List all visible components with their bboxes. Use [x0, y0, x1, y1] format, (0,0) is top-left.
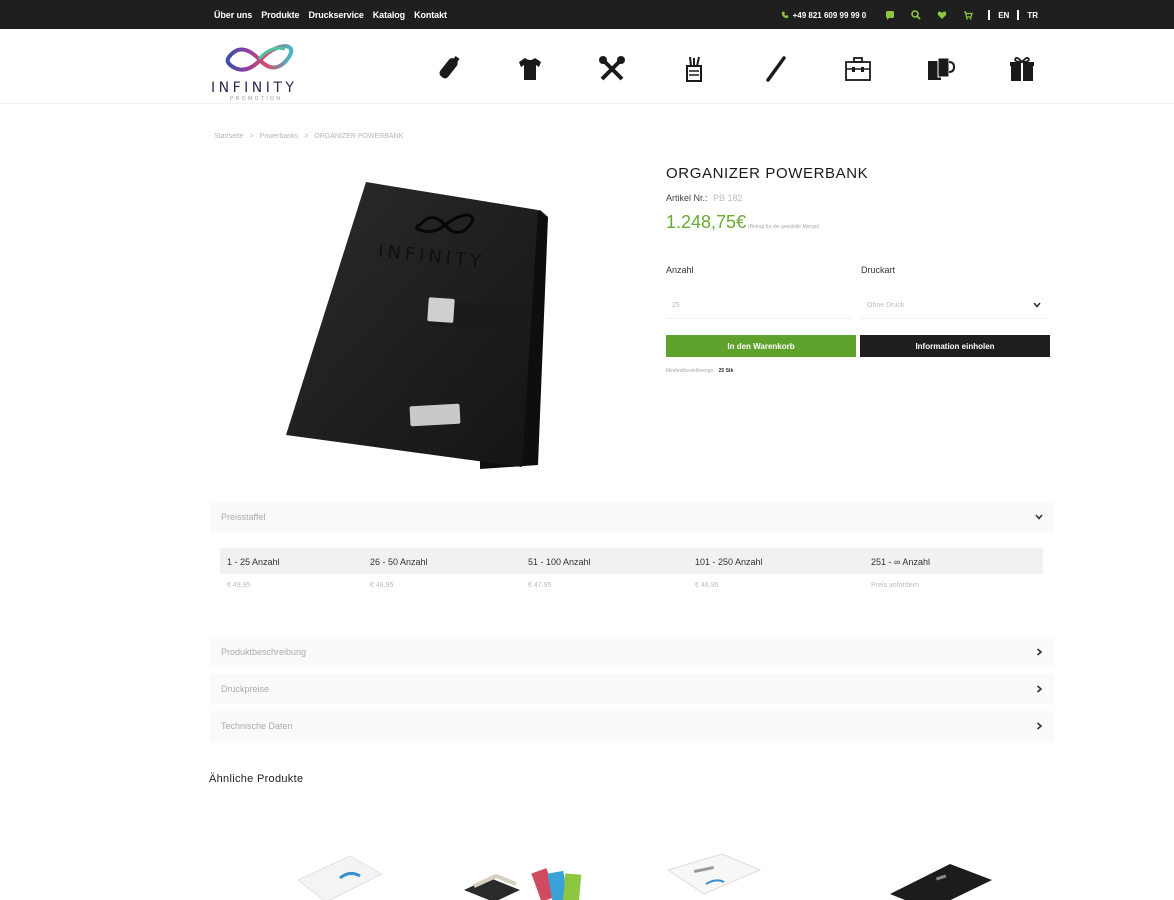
phone-icon — [781, 11, 788, 19]
breadcrumb-separator: > — [304, 133, 309, 140]
price-note: (Betrag für die gewählte Menge) — [748, 224, 820, 230]
tier-price: Preis anfordern — [871, 582, 919, 589]
pen-holder-icon[interactable] — [676, 51, 712, 87]
chevron-right-icon — [1036, 648, 1043, 656]
phone-number: +49 821 609 99 99 0 — [792, 10, 867, 20]
tier-header: 26 - 50 Anzahl — [370, 557, 428, 567]
price-tiers-accordion[interactable]: Preisstaffel — [210, 502, 1054, 532]
cart-icon[interactable] — [962, 9, 974, 21]
chevron-down-icon — [1035, 514, 1043, 520]
breadcrumb-separator: > — [249, 133, 254, 140]
gift-icon[interactable] — [1004, 51, 1040, 87]
tools-icon[interactable] — [594, 51, 630, 87]
add-to-cart-button[interactable]: In den Warenkorb — [666, 335, 856, 357]
pen-icon[interactable] — [758, 51, 794, 87]
briefcase-icon[interactable] — [840, 51, 876, 87]
nav-contact[interactable]: Kontakt — [414, 10, 447, 20]
top-nav: Über uns Produkte Druckservice Katalog K… — [214, 10, 447, 20]
related-product-image[interactable] — [460, 850, 600, 900]
breadcrumb-category[interactable]: Powerbanks — [260, 133, 299, 140]
accordion-title: Preisstaffel — [221, 512, 266, 522]
related-product-image[interactable] — [280, 850, 390, 900]
minimum-order-value: 25 Stk — [718, 368, 734, 374]
print-prices-accordion[interactable]: Druckpreise — [210, 674, 1054, 704]
tier-header: 251 - ∞ Anzahl — [871, 557, 930, 567]
minimum-order-label: Mindestbestellmenge: — [666, 368, 715, 374]
site-header: INFINITY PROMOTION — [0, 29, 1174, 104]
product-image[interactable]: INFINITY — [270, 165, 570, 485]
product-description-accordion[interactable]: Produktbeschreibung — [210, 637, 1054, 667]
tier-header: 101 - 250 Anzahl — [695, 557, 763, 567]
print-type-label: Druckart — [861, 265, 896, 275]
product-price: 1.248,75€ — [666, 212, 747, 232]
chevron-down-icon — [1033, 302, 1041, 308]
nav-print-service[interactable]: Druckservice — [308, 10, 363, 20]
language-switcher: EN TR — [988, 10, 1038, 20]
whatsapp-icon[interactable] — [884, 9, 896, 21]
related-product-image[interactable] — [880, 850, 1000, 900]
search-icon[interactable] — [910, 9, 922, 21]
related-product-image[interactable] — [660, 850, 770, 900]
article-number: Artikel Nr.: PB 182 — [666, 193, 743, 203]
chevron-right-icon — [1036, 722, 1043, 730]
logo-subtext: PROMOTION — [230, 96, 283, 102]
accordion-title: Produktbeschreibung — [221, 647, 307, 657]
tier-price: € 47,95 — [528, 582, 552, 589]
product-title: ORGANIZER POWERBANK — [666, 165, 869, 182]
mugs-icon[interactable] — [922, 51, 958, 87]
request-info-button[interactable]: Information einholen — [860, 335, 1050, 357]
tier-price: € 48,95 — [370, 582, 394, 589]
related-products-title: Ähnliche Produkte — [209, 773, 304, 785]
article-label: Artikel Nr.: — [666, 193, 708, 203]
tier-header: 51 - 100 Anzahl — [528, 557, 591, 567]
phone-link[interactable]: +49 821 609 99 99 0 — [781, 10, 867, 20]
logo-text: INFINITY — [211, 80, 298, 96]
quantity-label: Anzahl — [666, 265, 694, 275]
lang-tr[interactable]: TR — [1027, 11, 1038, 20]
nav-products[interactable]: Produkte — [261, 10, 299, 20]
heart-icon[interactable] — [936, 9, 948, 21]
t-shirt-icon[interactable] — [512, 51, 548, 87]
tier-price: € 46,95 — [695, 582, 719, 589]
minimum-order: Mindestbestellmenge: 25 Stk — [666, 368, 733, 374]
category-nav — [430, 51, 1040, 87]
lang-en[interactable]: EN — [998, 11, 1009, 20]
divider — [1017, 10, 1020, 20]
top-bar: Über uns Produkte Druckservice Katalog K… — [0, 0, 1174, 29]
breadcrumb: Startseite > Powerbanks > ORGANIZER POWE… — [214, 133, 403, 140]
breadcrumb-home[interactable]: Startseite — [214, 133, 244, 140]
nav-about[interactable]: Über uns — [214, 10, 252, 20]
accordion-title: Druckpreise — [221, 684, 270, 694]
quantity-input[interactable] — [666, 293, 851, 319]
print-type-select[interactable]: Ohne Druck — [861, 293, 1049, 319]
divider — [988, 10, 991, 20]
technical-data-accordion[interactable]: Technische Daten — [210, 711, 1054, 741]
article-value: PB 182 — [713, 193, 743, 203]
tier-header: 1 - 25 Anzahl — [227, 557, 280, 567]
usb-stick-icon[interactable] — [430, 51, 466, 87]
accordion-title: Technische Daten — [221, 721, 293, 731]
tier-price: € 49,95 — [227, 582, 251, 589]
chevron-right-icon — [1036, 685, 1043, 693]
breadcrumb-current: ORGANIZER POWERBANK — [314, 133, 404, 140]
nav-catalog[interactable]: Katalog — [373, 10, 405, 20]
top-right-tools: +49 821 609 99 99 0 EN TR — [781, 9, 1038, 21]
